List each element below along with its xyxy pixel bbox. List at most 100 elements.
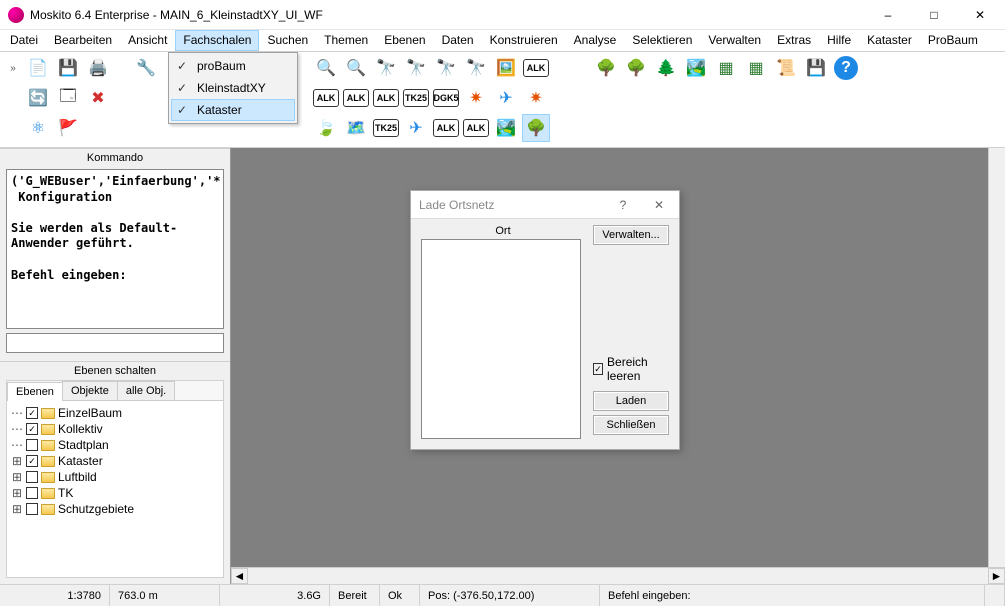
horizontal-scrollbar[interactable]: ◄ ► — [231, 567, 1005, 584]
laden-button[interactable]: Laden — [593, 391, 669, 411]
tree-checkbox[interactable]: ✓ — [26, 455, 38, 467]
atom-icon[interactable]: ⚛ — [24, 114, 52, 142]
save2-icon[interactable]: 💾 — [802, 54, 830, 82]
dropdown-item-kataster[interactable]: ✓Kataster — [171, 99, 295, 121]
alk-button-2[interactable]: ALK — [312, 84, 340, 112]
tree3-icon[interactable]: 🌳 — [622, 54, 650, 82]
close-button[interactable]: ✕ — [957, 0, 1003, 30]
tree-item-tk[interactable]: ⊞TK — [9, 485, 221, 501]
menu-item-ebenen[interactable]: Ebenen — [376, 30, 433, 51]
binoculars3-icon[interactable]: 🔭 — [432, 54, 460, 82]
toolbar-expand-icon[interactable]: » — [4, 54, 22, 82]
dialog-title: Lade Ortsnetz — [419, 198, 605, 212]
tree-checkbox[interactable]: ✓ — [26, 423, 38, 435]
tree2-icon[interactable]: 🌳 — [592, 54, 620, 82]
menu-item-kataster[interactable]: Kataster — [859, 30, 920, 51]
menu-item-extras[interactable]: Extras — [769, 30, 819, 51]
scroll-icon[interactable]: 📜 — [772, 54, 800, 82]
vertical-scrollbar[interactable] — [988, 148, 1005, 567]
dialog-help-button[interactable]: ? — [605, 192, 641, 218]
tool-icon[interactable]: 🔧 — [132, 54, 160, 82]
bereich-leeren-checkbox[interactable]: ✓ — [593, 363, 603, 375]
kommando-input[interactable] — [6, 333, 224, 353]
tree-checkbox[interactable] — [26, 503, 38, 515]
tk25-button[interactable]: TK25 — [402, 84, 430, 112]
tree-checkbox[interactable] — [26, 471, 38, 483]
search-map-icon[interactable]: 🔍 — [312, 54, 340, 82]
landscape-icon[interactable]: 🏞️ — [492, 114, 520, 142]
menu-item-selektieren[interactable]: Selektieren — [624, 30, 700, 51]
menu-item-ansicht[interactable]: Ansicht — [120, 30, 175, 51]
tree-checkbox[interactable] — [26, 487, 38, 499]
scroll-right-icon[interactable]: ► — [988, 568, 1005, 584]
menu-item-daten[interactable]: Daten — [434, 30, 482, 51]
map2-icon[interactable]: 🏞️ — [682, 54, 710, 82]
menu-item-verwalten[interactable]: Verwalten — [700, 30, 769, 51]
tree-item-stadtplan[interactable]: ⋯Stadtplan — [9, 437, 221, 453]
fachschalen-dropdown: ✓proBaum✓KleinstadtXY✓Kataster — [168, 52, 298, 124]
plane2-icon[interactable]: ✈ — [402, 114, 430, 142]
tree-item-einzelbaum[interactable]: ⋯✓EinzelBaum — [9, 405, 221, 421]
tab-objekte[interactable]: Objekte — [62, 381, 118, 400]
burst-icon[interactable]: ✷ — [462, 84, 490, 112]
map-shape-icon[interactable]: 🗺️ — [342, 114, 370, 142]
table-icon[interactable]: ▦ — [712, 54, 740, 82]
tree-item-kataster[interactable]: ⊞✓Kataster — [9, 453, 221, 469]
tree-icon[interactable]: 🌳 — [522, 114, 550, 142]
menu-item-fachschalen[interactable]: Fachschalen — [175, 30, 259, 51]
delete-button[interactable]: ✖ — [84, 84, 112, 112]
menu-item-suchen[interactable]: Suchen — [259, 30, 316, 51]
tree-item-luftbild[interactable]: ⊞Luftbild — [9, 469, 221, 485]
refresh-button[interactable]: 🔄 — [24, 84, 52, 112]
flag-icon[interactable]: 🚩 — [54, 114, 82, 142]
alk-button-4[interactable]: ALK — [372, 84, 400, 112]
menu-item-datei[interactable]: Datei — [2, 30, 46, 51]
menu-item-konstruieren[interactable]: Konstruieren — [482, 30, 566, 51]
tree-checkbox[interactable]: ✓ — [26, 407, 38, 419]
new-button[interactable]: 📄 — [24, 54, 52, 82]
burst2-icon[interactable]: ✷ — [522, 84, 550, 112]
print-button[interactable]: 🖨️ — [84, 54, 112, 82]
binoculars-icon[interactable]: 🔭 — [372, 54, 400, 82]
menubar: DateiBearbeitenAnsichtFachschalenSuchenT… — [0, 30, 1005, 52]
binoculars4-icon[interactable]: 🔭 — [462, 54, 490, 82]
tree-group-icon[interactable]: 🌲 — [652, 54, 680, 82]
tree-item-kollektiv[interactable]: ⋯✓Kollektiv — [9, 421, 221, 437]
save-button[interactable]: 💾 — [54, 54, 82, 82]
verwalten-button[interactable]: Verwalten... — [593, 225, 669, 245]
status-scale: 1:3780 — [0, 585, 110, 606]
menu-item-bearbeiten[interactable]: Bearbeiten — [46, 30, 120, 51]
plane-icon[interactable]: ✈ — [492, 84, 520, 112]
alk-button-3[interactable]: ALK — [342, 84, 370, 112]
dropdown-item-probaum[interactable]: ✓proBaum — [171, 55, 295, 77]
resize-grip[interactable] — [985, 585, 1005, 606]
leaf-icon[interactable]: 🍃 — [312, 114, 340, 142]
maximize-button[interactable]: □ — [911, 0, 957, 30]
menu-item-themen[interactable]: Themen — [316, 30, 376, 51]
scroll-left-icon[interactable]: ◄ — [231, 568, 248, 584]
dropdown-item-kleinstadtxy[interactable]: ✓KleinstadtXY — [171, 77, 295, 99]
window-button[interactable]: 🗔 — [54, 84, 82, 112]
tree-item-schutzgebiete[interactable]: ⊞Schutzgebiete — [9, 501, 221, 517]
alk-button-5[interactable]: ALK — [432, 114, 460, 142]
tab-ebenen[interactable]: Ebenen — [7, 382, 63, 401]
table2-icon[interactable]: ▦ — [742, 54, 770, 82]
help-button[interactable]: ? — [832, 54, 860, 82]
minimize-button[interactable]: – — [865, 0, 911, 30]
menu-item-hilfe[interactable]: Hilfe — [819, 30, 859, 51]
tab-alle-obj.[interactable]: alle Obj. — [117, 381, 175, 400]
alk-button-6[interactable]: ALK — [462, 114, 490, 142]
dgk5-button[interactable]: DGK5 — [432, 84, 460, 112]
binoculars2-icon[interactable]: 🔭 — [402, 54, 430, 82]
ort-listbox[interactable] — [421, 239, 581, 439]
photo-icon[interactable]: 🖼️ — [492, 54, 520, 82]
tk25-button-2[interactable]: TK25 — [372, 114, 400, 142]
alk-button[interactable]: ALK — [522, 54, 550, 82]
menu-item-probaum[interactable]: ProBaum — [920, 30, 986, 51]
menu-item-analyse[interactable]: Analyse — [566, 30, 625, 51]
schliessen-button[interactable]: Schließen — [593, 415, 669, 435]
search2-icon[interactable]: 🔍 — [342, 54, 370, 82]
tree-checkbox[interactable] — [26, 439, 38, 451]
dialog-close-button[interactable]: ✕ — [641, 192, 677, 218]
window-title: Moskito 6.4 Enterprise - MAIN_6_Kleinsta… — [30, 8, 865, 22]
